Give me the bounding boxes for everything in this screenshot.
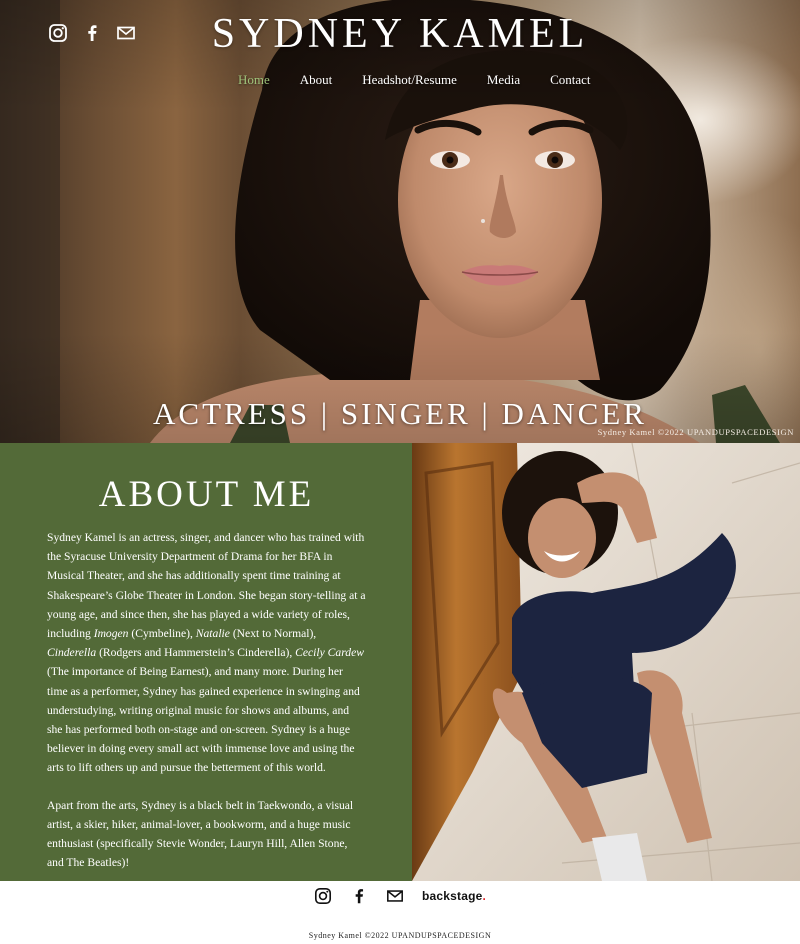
nav-item-home[interactable]: Home xyxy=(238,72,270,88)
about-paragraph-2: Apart from the arts, Sydney is a black b… xyxy=(47,798,354,870)
role-name: Natalie xyxy=(195,627,230,641)
about-text: (Next to Normal), xyxy=(229,627,317,641)
backstage-link[interactable]: backstage. xyxy=(422,889,486,903)
footer-social-links: backstage. xyxy=(0,884,800,908)
facebook-icon[interactable] xyxy=(350,887,368,905)
about-paragraph-1: Sydney Kamel is an actress, singer, and … xyxy=(47,528,366,778)
about-text: (Rodgers and Hammerstein’s Cinderella), xyxy=(96,646,296,660)
role-name: Cecily Cardew xyxy=(295,646,364,660)
about-text: (Cymbeline), xyxy=(128,627,196,641)
role-name: Cinderella xyxy=(47,646,97,660)
about-text: Sydney Kamel is an actress, singer, and … xyxy=(47,531,366,641)
about-photo-image xyxy=(412,443,800,881)
main-nav: Home About Headshot/Resume Media Contact xyxy=(238,72,591,88)
nav-item-media[interactable]: Media xyxy=(487,72,520,88)
role-name: Imogen xyxy=(93,627,129,641)
about-photo xyxy=(412,443,800,881)
backstage-dot: . xyxy=(482,889,487,903)
site-title[interactable]: SYDNEY KAMEL xyxy=(0,10,800,58)
footer-copyright: Sydney Kamel ©2022 UPANDUPSPACEDESIGN xyxy=(308,931,492,940)
mail-icon[interactable] xyxy=(386,887,404,905)
nav-item-about[interactable]: About xyxy=(300,72,333,88)
about-text: (The importance of Being Earnest), and m… xyxy=(47,665,360,775)
about-section: ABOUT ME Sydney Kamel is an actress, sin… xyxy=(0,443,412,881)
hero-credit: Sydney Kamel ©2022 UPANDUPSPACEDESIGN xyxy=(597,427,794,437)
instagram-icon[interactable] xyxy=(314,887,332,905)
backstage-label: backstage xyxy=(421,889,483,903)
nav-item-headshot-resume[interactable]: Headshot/Resume xyxy=(362,72,457,88)
about-heading: ABOUT ME xyxy=(98,474,315,515)
hero-overlay xyxy=(0,0,800,443)
hero-banner: SYDNEY KAMEL Home About Headshot/Resume … xyxy=(0,0,800,443)
nav-item-contact[interactable]: Contact xyxy=(550,72,590,88)
